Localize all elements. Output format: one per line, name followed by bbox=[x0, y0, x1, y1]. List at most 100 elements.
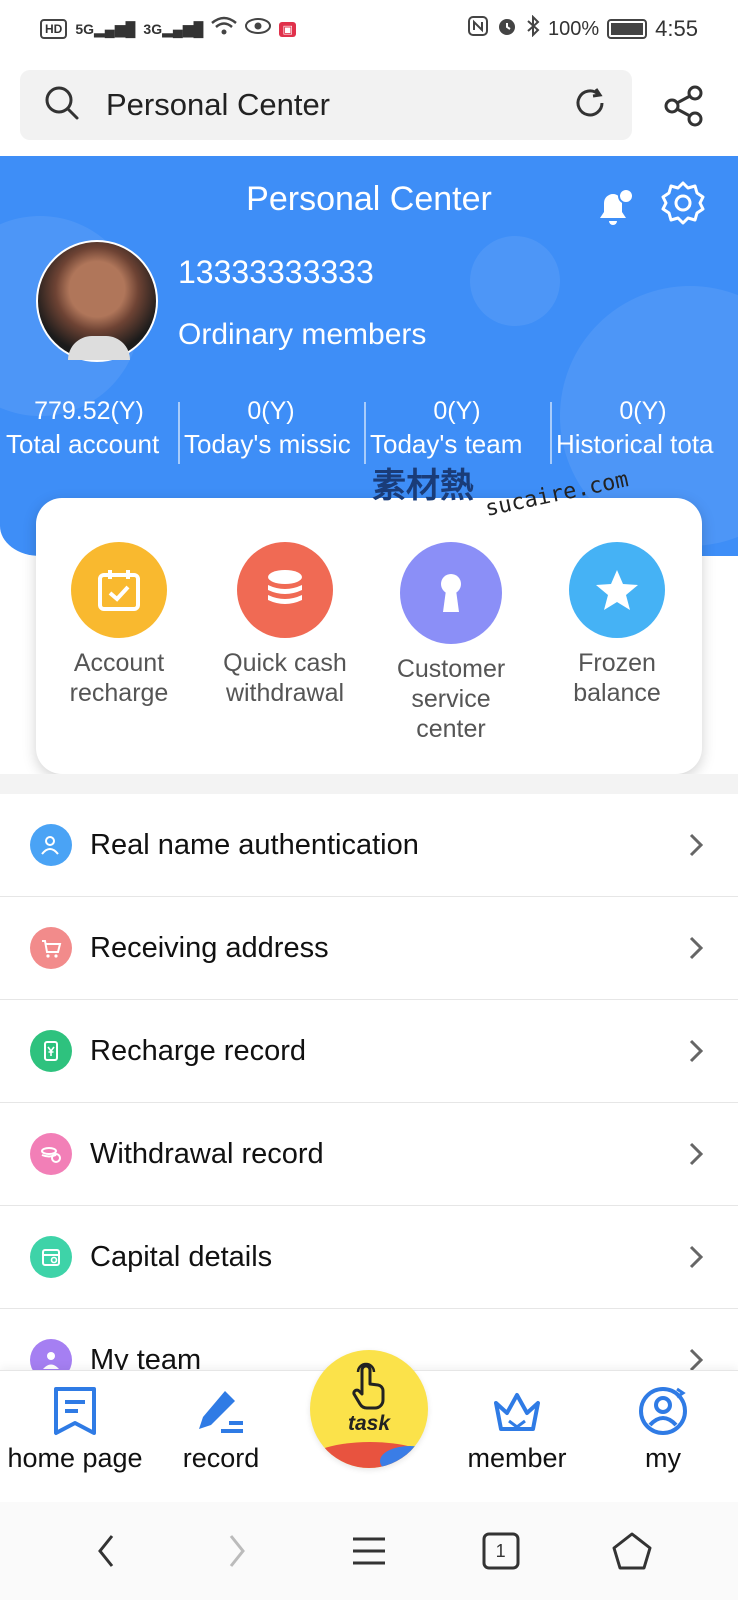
stat-value: 0(Y) bbox=[619, 397, 667, 425]
menu-receiving-address[interactable]: Receiving address bbox=[0, 897, 738, 1000]
menu-label: Capital details bbox=[90, 1240, 273, 1273]
stat-label: Historical tota bbox=[556, 429, 714, 459]
reload-icon[interactable] bbox=[572, 85, 608, 126]
back-button[interactable] bbox=[81, 1526, 131, 1576]
stat-label: Today's team bbox=[370, 429, 523, 459]
bluetooth-icon bbox=[526, 14, 540, 43]
share-icon[interactable] bbox=[662, 84, 706, 128]
account-recharge-button[interactable]: Account recharge bbox=[36, 542, 202, 774]
tab-home-page[interactable]: home page bbox=[0, 1385, 150, 1474]
stat-today-mission[interactable]: 0(Y) Today's missic bbox=[178, 396, 364, 466]
home-pentagon-icon bbox=[612, 1532, 652, 1570]
signal-5g-icon: 5G▂▄▆█ bbox=[75, 20, 136, 37]
section-divider bbox=[0, 774, 738, 794]
tab-label: record bbox=[182, 1443, 260, 1473]
home-button[interactable] bbox=[607, 1526, 657, 1576]
watermark-cn: 素材熱 bbox=[372, 466, 474, 506]
hamburger-icon bbox=[352, 1537, 385, 1565]
system-nav-bar: 1 bbox=[0, 1502, 738, 1600]
chevron-right-icon bbox=[230, 1535, 246, 1567]
clock: 4:55 bbox=[655, 16, 698, 41]
stat-historical-total[interactable]: 0(Y) Historical tota bbox=[550, 396, 736, 466]
forward-button[interactable] bbox=[212, 1526, 262, 1576]
chevron-right-icon bbox=[689, 1142, 704, 1166]
crown-icon bbox=[494, 1393, 540, 1431]
chevron-right-icon bbox=[689, 1039, 704, 1063]
menu-button[interactable] bbox=[344, 1526, 394, 1576]
menu-label: Recharge record bbox=[90, 1034, 306, 1067]
account-stats: 779.52(Y) Total account 0(Y) Today's mis… bbox=[0, 396, 738, 466]
chevron-right-icon bbox=[689, 1245, 704, 1269]
tab-label: home page bbox=[7, 1443, 143, 1473]
menu-recharge-record[interactable]: Recharge record bbox=[0, 1000, 738, 1103]
status-right: 100% 4:55 bbox=[468, 14, 698, 43]
qa-label: Account recharge bbox=[69, 649, 169, 707]
user-id: 13333333333 bbox=[178, 254, 374, 290]
quick-actions-card: Account recharge Quick cash withdrawal C… bbox=[36, 498, 702, 774]
calendar-details-icon bbox=[30, 1236, 72, 1278]
nfc-icon bbox=[468, 16, 489, 42]
task-button[interactable]: task bbox=[310, 1350, 428, 1468]
task-label: task bbox=[347, 1412, 391, 1435]
chevron-right-icon bbox=[689, 833, 704, 857]
wifi-icon bbox=[211, 16, 238, 42]
tab-label: member bbox=[467, 1443, 567, 1473]
tab-label: my bbox=[645, 1443, 681, 1473]
status-left: HD 5G▂▄▆█ 3G▂▄▆█ ▣ bbox=[40, 16, 296, 42]
app-notification-icon: ▣ bbox=[279, 21, 296, 37]
customer-service-button[interactable]: Customer service center bbox=[368, 542, 534, 774]
menu-withdrawal-record[interactable]: Withdrawal record bbox=[0, 1103, 738, 1206]
tab-record[interactable]: record bbox=[146, 1385, 296, 1474]
yen-wallet-icon bbox=[30, 1030, 72, 1072]
chevron-right-icon bbox=[689, 936, 704, 960]
gear-icon[interactable] bbox=[660, 180, 706, 226]
tab-member[interactable]: member bbox=[442, 1385, 592, 1474]
coin-stack-icon bbox=[237, 542, 333, 638]
search-icon bbox=[44, 85, 80, 126]
hd-indicator: HD bbox=[40, 19, 68, 39]
qa-label: Customer service center bbox=[396, 655, 506, 743]
star-icon bbox=[569, 542, 665, 638]
eye-icon bbox=[245, 17, 272, 41]
browser-address-bar[interactable]: Personal Center bbox=[20, 70, 632, 140]
tabs-button[interactable]: 1 bbox=[476, 1526, 526, 1576]
chevron-left-icon bbox=[97, 1535, 113, 1567]
tap-hand-icon bbox=[352, 1362, 385, 1410]
alarm-icon bbox=[496, 15, 518, 43]
qa-label: Quick cash withdrawal bbox=[223, 649, 347, 707]
menu-label: Real name authentication bbox=[90, 828, 419, 861]
user-circle-icon bbox=[639, 1387, 687, 1435]
user-verify-icon bbox=[30, 824, 72, 866]
battery-percent: 100% bbox=[548, 17, 600, 40]
stat-today-team[interactable]: 0(Y) Today's team bbox=[364, 396, 550, 466]
stat-total-account[interactable]: 779.52(Y) Total account bbox=[0, 396, 178, 466]
watermark: 素材熱 sucaire.com bbox=[372, 458, 631, 522]
signal-3g-icon: 3G▂▄▆█ bbox=[143, 20, 204, 37]
qa-label: Frozen balance bbox=[573, 649, 661, 707]
coins-icon bbox=[30, 1133, 72, 1175]
stat-label: Today's missic bbox=[184, 429, 351, 459]
stat-value: 0(Y) bbox=[247, 397, 295, 425]
bell-icon[interactable] bbox=[592, 184, 638, 230]
frozen-balance-button[interactable]: Frozen balance bbox=[534, 542, 700, 774]
menu-capital-details[interactable]: Capital details bbox=[0, 1206, 738, 1309]
avatar[interactable] bbox=[36, 240, 158, 362]
quick-cash-withdrawal-button[interactable]: Quick cash withdrawal bbox=[202, 542, 368, 774]
calendar-check-icon bbox=[71, 542, 167, 638]
status-bar: HD 5G▂▄▆█ 3G▂▄▆█ ▣ 100% 4:55 bbox=[0, 0, 738, 58]
tab-my[interactable]: my bbox=[588, 1385, 738, 1474]
membership-level: Ordinary members bbox=[178, 318, 427, 351]
address-text[interactable]: Personal Center bbox=[106, 87, 572, 123]
pencil-icon bbox=[199, 1391, 243, 1433]
keyhole-icon bbox=[400, 542, 502, 644]
tab-count: 1 bbox=[495, 1540, 506, 1561]
battery-icon bbox=[607, 19, 648, 39]
decor-circle bbox=[470, 236, 560, 326]
bookmark-icon bbox=[54, 1387, 96, 1435]
stat-value: 779.52(Y) bbox=[34, 397, 144, 425]
menu-real-name-authentication[interactable]: Real name authentication bbox=[0, 794, 738, 897]
menu-label: Withdrawal record bbox=[90, 1137, 324, 1170]
stat-label: Total account bbox=[6, 429, 160, 459]
settings-menu: Real name authentication Receiving addre… bbox=[0, 794, 738, 1412]
menu-label: Receiving address bbox=[90, 931, 329, 964]
